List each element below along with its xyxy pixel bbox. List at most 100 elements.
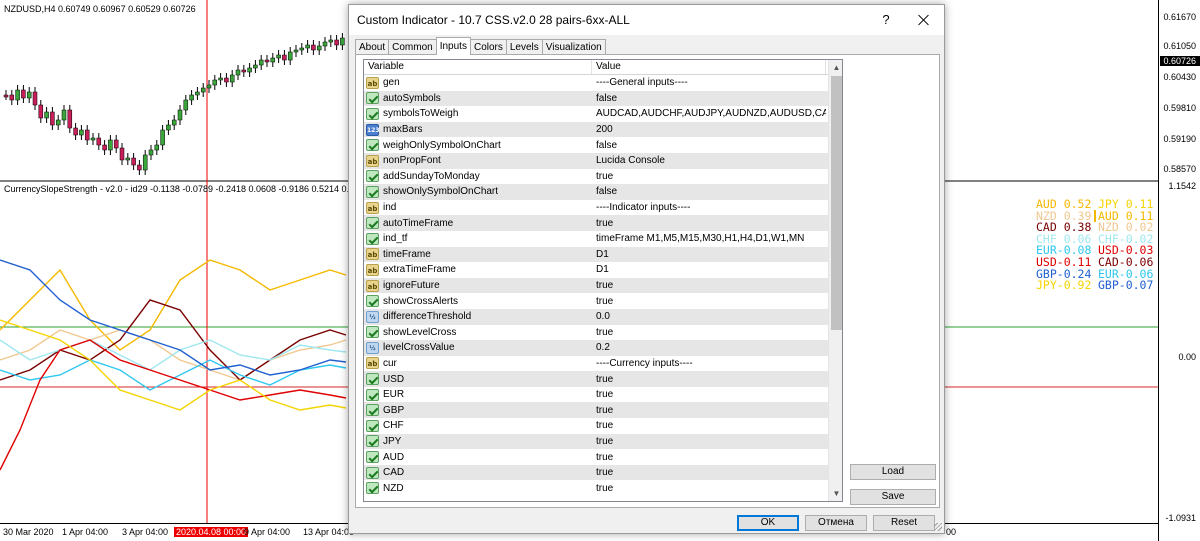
column-header-value[interactable]: Value: [592, 60, 826, 74]
variable-cell: showOnlySymbolOnChart: [364, 185, 592, 198]
variable-name: extraTimeFrame: [383, 264, 456, 276]
candle-body: [276, 54, 281, 59]
input-row[interactable]: NZD true: [364, 480, 828, 496]
tab-common[interactable]: Common: [388, 39, 437, 55]
input-row[interactable]: showLevelCross true: [364, 325, 828, 341]
variable-name: ind_tf: [383, 233, 408, 245]
value-cell[interactable]: true: [592, 296, 826, 307]
scroll-down-icon[interactable]: ▼: [829, 486, 842, 501]
value-cell[interactable]: true: [592, 405, 826, 416]
input-row[interactable]: ½ differenceThreshold 0.0: [364, 308, 828, 325]
value-cell[interactable]: ----Currency inputs----: [592, 358, 826, 369]
input-row[interactable]: showOnlySymbolOnChart false: [364, 184, 828, 200]
input-row[interactable]: ab nonPropFont Lucida Console: [364, 152, 828, 169]
dialog-titlebar[interactable]: Custom Indicator - 10.7 CSS.v2.0 28 pair…: [349, 5, 944, 35]
input-row[interactable]: weighOnlySymbolOnChart false: [364, 137, 828, 153]
input-row[interactable]: autoTimeFrame true: [364, 215, 828, 231]
input-row[interactable]: EUR true: [364, 387, 828, 403]
input-row[interactable]: ab cur ----Currency inputs----: [364, 356, 828, 372]
variable-cell: AUD: [364, 451, 592, 464]
candle-body: [15, 89, 20, 101]
bool-type-icon: [366, 185, 379, 198]
candle-body: [84, 129, 90, 141]
variable-name: showLevelCross: [383, 326, 457, 338]
input-row[interactable]: symbolsToWeigh AUDCAD,AUDCHF,AUDJPY,AUDNZ…: [364, 106, 828, 122]
value-cell[interactable]: ----General inputs----: [592, 77, 826, 88]
bool-type-icon: [366, 435, 379, 448]
input-row[interactable]: ab ind ----Indicator inputs----: [364, 200, 828, 216]
value-cell[interactable]: ----Indicator inputs----: [592, 202, 826, 213]
candle-body: [148, 149, 154, 156]
bool-type-icon: [366, 388, 379, 401]
value-cell[interactable]: D1: [592, 249, 826, 260]
value-cell[interactable]: Lucida Console: [592, 155, 826, 166]
input-row[interactable]: ab gen ----General inputs----: [364, 75, 828, 91]
bool-type-icon: [366, 295, 379, 308]
resize-grip-icon[interactable]: [934, 523, 942, 531]
input-row[interactable]: AUD true: [364, 449, 828, 465]
input-row[interactable]: USD true: [364, 371, 828, 387]
candle-body: [293, 49, 299, 53]
help-button[interactable]: ?: [879, 12, 893, 27]
ok-button[interactable]: OK: [737, 515, 799, 531]
input-row[interactable]: ab ignoreFuture true: [364, 277, 828, 294]
load-button[interactable]: Load: [850, 464, 936, 480]
tab-colors[interactable]: Colors: [469, 39, 507, 55]
variable-cell: JPY: [364, 435, 592, 448]
cancel-button[interactable]: Отмена: [805, 515, 867, 531]
tab-levels[interactable]: Levels: [505, 39, 543, 55]
value-cell[interactable]: false: [592, 186, 826, 197]
input-row[interactable]: addSundayToMonday true: [364, 169, 828, 185]
value-cell[interactable]: true: [592, 389, 826, 400]
value-cell[interactable]: true: [592, 280, 826, 291]
bool-type-icon: [366, 92, 379, 105]
tab-visualization[interactable]: Visualization: [541, 39, 606, 55]
bool-type-icon: [366, 139, 379, 152]
value-cell[interactable]: AUDCAD,AUDCHF,AUDJPY,AUDNZD,AUDUSD,CADJP…: [592, 108, 826, 119]
input-row[interactable]: JPY true: [364, 433, 828, 450]
value-cell[interactable]: true: [592, 420, 826, 431]
candle-body: [206, 84, 212, 89]
value-cell[interactable]: false: [592, 140, 826, 151]
variable-cell: ab gen: [364, 76, 592, 89]
price-label: 0.59190: [1163, 134, 1196, 144]
value-cell[interactable]: true: [592, 452, 826, 463]
integer-type-icon: 123: [366, 123, 380, 136]
column-header-variable[interactable]: Variable: [364, 60, 592, 74]
input-row[interactable]: ab timeFrame D1: [364, 246, 828, 263]
value-cell[interactable]: true: [592, 467, 826, 478]
save-button[interactable]: Save: [850, 489, 936, 505]
value-cell[interactable]: true: [592, 171, 826, 182]
value-cell[interactable]: 0.2: [592, 342, 826, 353]
scroll-up-icon[interactable]: ▲: [829, 60, 842, 75]
input-row[interactable]: GBP true: [364, 402, 828, 419]
input-row[interactable]: ind_tf timeFrame M1,M5,M15,M30,H1,H4,D1,W…: [364, 231, 828, 247]
value-cell[interactable]: true: [592, 483, 826, 494]
close-icon[interactable]: [911, 8, 937, 32]
tab-inputs[interactable]: Inputs: [435, 37, 471, 55]
candle-body: [44, 111, 49, 119]
input-row[interactable]: 123 maxBars 200: [364, 121, 828, 138]
value-cell[interactable]: false: [592, 93, 826, 104]
input-row[interactable]: CAD true: [364, 464, 828, 481]
price-axis[interactable]: 0.60726 0.61670 0.61050 0.60430 0.59810 0.59…: [1158, 0, 1200, 541]
input-row[interactable]: ½ levelCrossValue 0.2: [364, 340, 828, 356]
input-row[interactable]: autoSymbols false: [364, 90, 828, 107]
value-cell[interactable]: true: [592, 374, 826, 385]
value-cell[interactable]: true: [592, 327, 826, 338]
input-row[interactable]: ab extraTimeFrame D1: [364, 262, 828, 278]
string-type-icon: ab: [366, 357, 379, 370]
tab-about[interactable]: About: [355, 39, 390, 55]
value-cell[interactable]: true: [592, 436, 826, 447]
input-row[interactable]: showCrossAlerts true: [364, 293, 828, 309]
value-cell[interactable]: true: [592, 218, 826, 229]
reset-button[interactable]: Reset: [873, 515, 935, 531]
scroll-thumb[interactable]: [831, 76, 842, 330]
value-cell[interactable]: timeFrame M1,M5,M15,M30,H1,H4,D1,W1,MN: [592, 233, 826, 244]
candle-body: [287, 51, 293, 61]
value-cell[interactable]: 0.0: [592, 311, 826, 322]
value-cell[interactable]: 200: [592, 124, 826, 135]
input-row[interactable]: CHF true: [364, 418, 828, 434]
value-cell[interactable]: D1: [592, 264, 826, 275]
grid-scrollbar[interactable]: ▲ ▼: [828, 60, 842, 501]
